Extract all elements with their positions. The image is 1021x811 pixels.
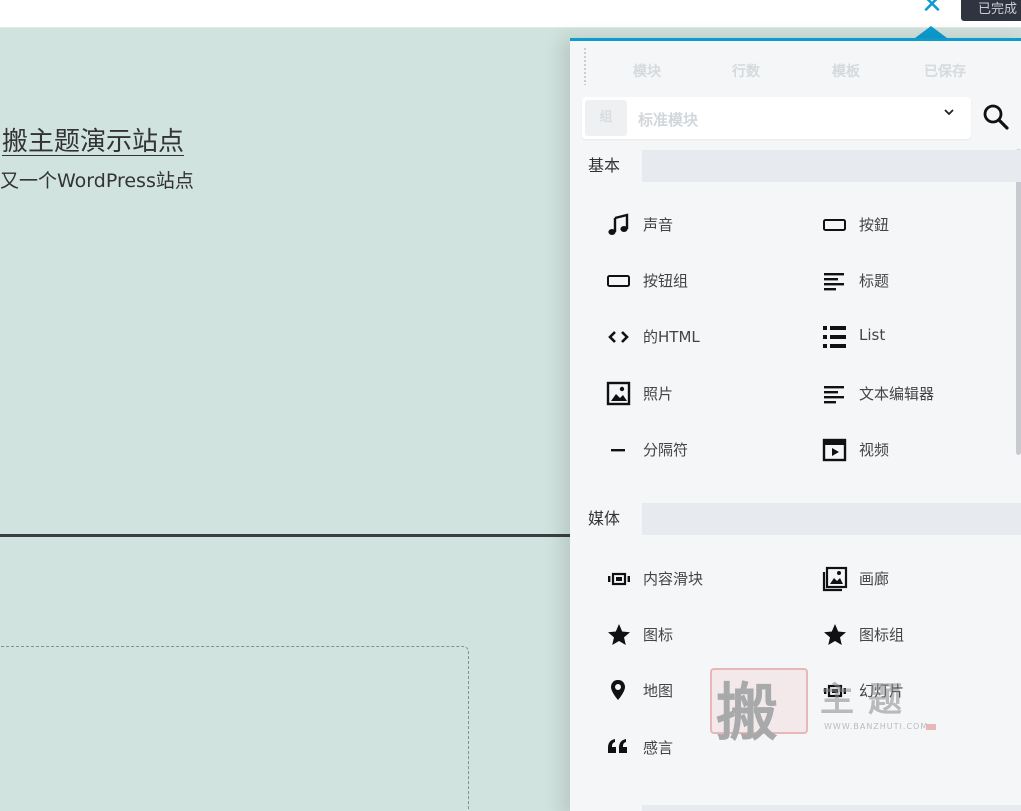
section-header-media: 媒体 <box>570 503 1021 535</box>
panel-scrollbar[interactable] <box>1016 149 1021 455</box>
module-group-select[interactable]: 组 标准模块 <box>582 97 971 139</box>
video-icon <box>822 437 848 463</box>
tab-templates[interactable]: 模板 <box>832 61 860 81</box>
gallery-icon <box>822 566 848 592</box>
module-label: 图标组 <box>859 626 905 644</box>
chevron-down-icon <box>942 105 956 123</box>
panel-tabs: 模块 行数 模板 已保存 <box>600 53 1010 83</box>
map-pin-icon <box>606 678 632 704</box>
site-description: 又一个WordPress站点 <box>0 170 194 192</box>
module-label: 图标 <box>643 626 674 644</box>
drop-zone[interactable] <box>0 646 469 811</box>
watermark-mark <box>926 724 936 730</box>
group-icon: 组 <box>585 100 627 136</box>
module-item-content-slider[interactable]: 内容滑块 <box>606 564 806 594</box>
module-item-heading[interactable]: 标题 <box>822 266 1021 296</box>
separator-icon <box>606 437 632 463</box>
section-label: 布局 <box>570 805 642 811</box>
module-item-photo[interactable]: 照片 <box>606 379 806 409</box>
code-icon <box>606 324 632 350</box>
search-icon[interactable] <box>982 103 1010 131</box>
photo-icon <box>606 381 632 407</box>
section-label: 基本 <box>570 150 642 182</box>
module-label: 感言 <box>643 739 674 757</box>
section-header-layout: 布局 <box>570 805 1021 811</box>
module-item-audio[interactable]: 声音 <box>606 210 806 240</box>
module-label: 标题 <box>859 272 890 290</box>
module-item-text-editor[interactable]: 文本编辑器 <box>822 379 1021 409</box>
module-item-icon[interactable]: 图标 <box>606 620 806 650</box>
star-icon <box>606 622 632 648</box>
module-label: 分隔符 <box>643 441 689 459</box>
header-divider <box>0 534 575 537</box>
module-item-gallery[interactable]: 画廊 <box>822 564 1021 594</box>
star-icon <box>822 622 848 648</box>
tab-saved[interactable]: 已保存 <box>924 61 966 81</box>
top-bar <box>0 0 1021 28</box>
watermark-glyph: 搬 <box>716 676 779 749</box>
quote-icon <box>606 735 632 761</box>
close-icon[interactable]: ✕ <box>919 0 945 20</box>
module-item-button[interactable]: 按鈕 <box>822 210 1021 240</box>
module-label: 文本编辑器 <box>859 385 935 403</box>
site-title[interactable]: 搬主题演示站点 <box>2 121 184 158</box>
module-label: 照片 <box>643 385 674 403</box>
drag-handle-icon[interactable] <box>583 47 588 85</box>
module-label: 内容滑块 <box>643 570 704 588</box>
module-item-list[interactable]: List <box>822 322 1021 352</box>
module-item-separator[interactable]: 分隔符 <box>606 435 806 465</box>
text-editor-icon <box>822 381 848 407</box>
module-label: List <box>859 326 886 344</box>
list-icon <box>822 324 848 350</box>
section-header-basic: 基本 <box>570 150 1021 182</box>
module-label: 视频 <box>859 441 890 459</box>
section-label: 媒体 <box>570 503 642 535</box>
module-group-value: 标准模块 <box>638 111 699 129</box>
module-item-video[interactable]: 视频 <box>822 435 1021 465</box>
done-button[interactable]: 已完成 <box>961 0 1021 21</box>
module-label: 按钮组 <box>643 272 689 290</box>
watermark-url: WWW.BANZHUTI.COM <box>824 722 929 731</box>
module-item-icon-group[interactable]: 图标组 <box>822 620 1021 650</box>
module-item-html[interactable]: 的HTML <box>606 322 806 352</box>
watermark-logo: 搬 主题 WWW.BANZHUTI.COM <box>708 666 943 749</box>
panel-pointer <box>915 26 947 38</box>
watermark-text: 主题 <box>820 680 916 720</box>
content-slider-icon <box>606 566 632 592</box>
tab-modules[interactable]: 模块 <box>633 61 661 81</box>
module-item-button-group[interactable]: 按钮组 <box>606 266 806 296</box>
module-label: 按鈕 <box>859 216 890 234</box>
module-label: 画廊 <box>859 570 890 588</box>
music-note-icon <box>606 212 632 238</box>
module-label: 声音 <box>643 216 674 234</box>
button-icon <box>822 212 848 238</box>
module-label: 地图 <box>643 682 674 700</box>
module-label: 的HTML <box>643 328 700 346</box>
heading-icon <box>822 268 848 294</box>
button-group-icon <box>606 268 632 294</box>
tab-rows[interactable]: 行数 <box>732 61 760 81</box>
